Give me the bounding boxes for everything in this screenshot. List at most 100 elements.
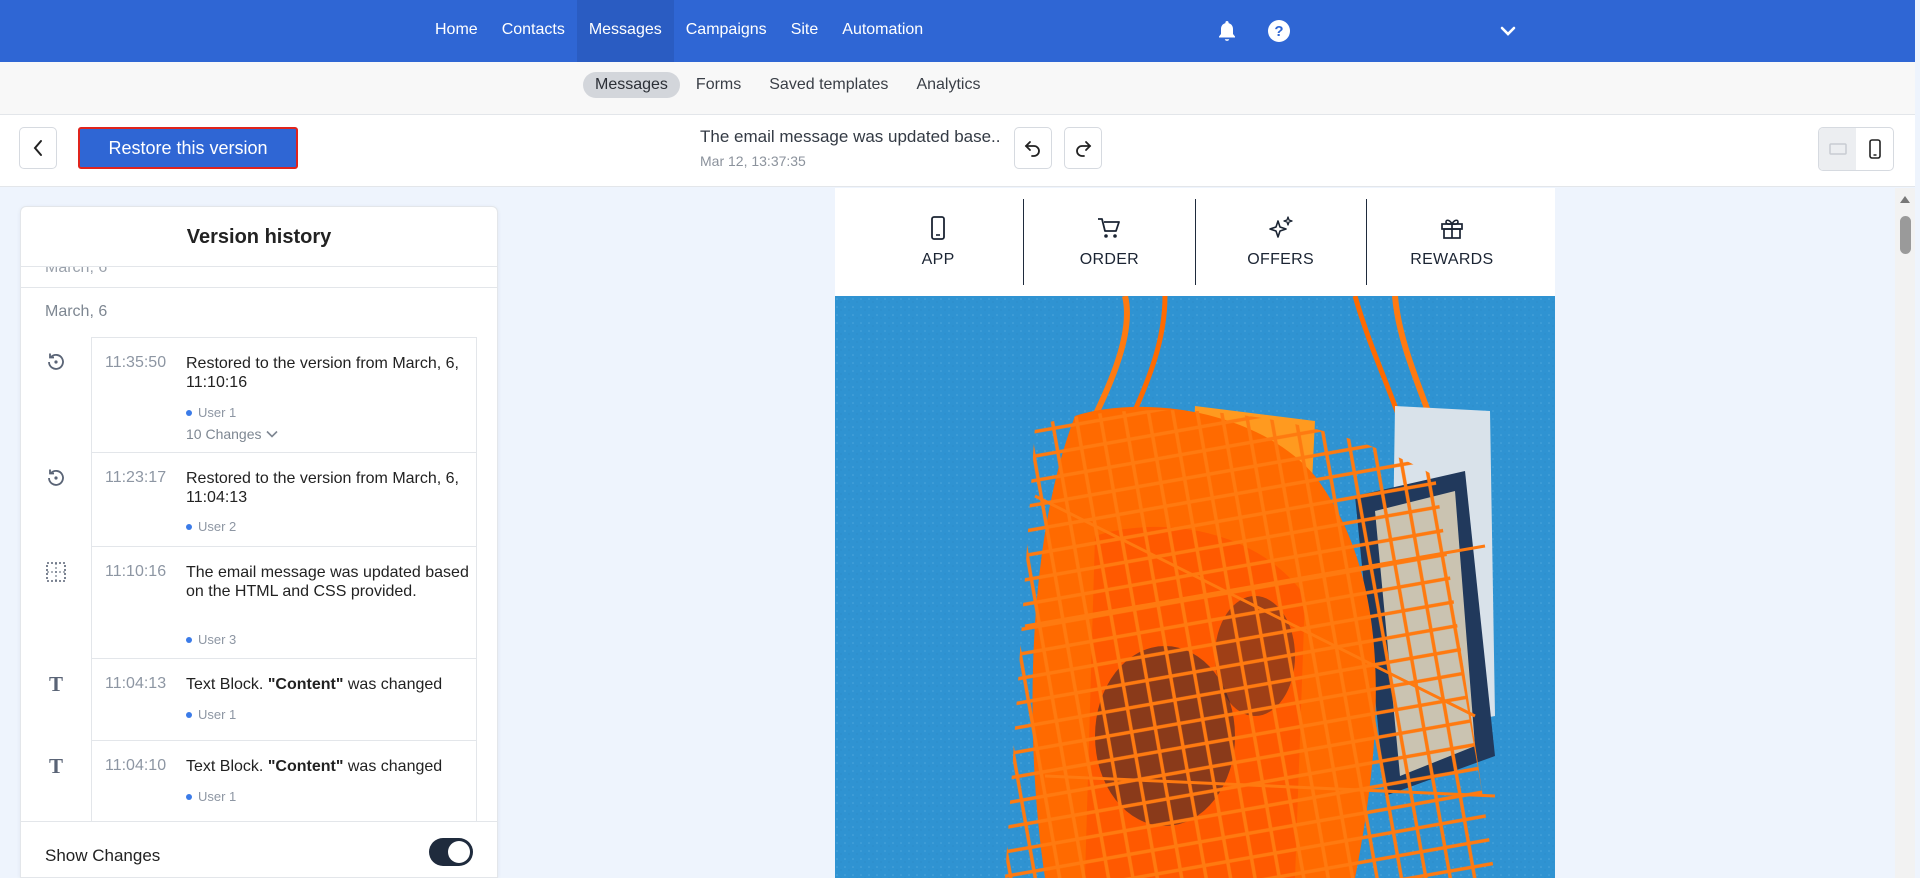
entry-time: 11:10:16: [105, 563, 167, 580]
version-entry[interactable]: 11:23:17 Restored to the version from Ma…: [91, 453, 477, 547]
entry-user: User 3: [186, 632, 236, 647]
entry-description: The email message was updated based on t…: [186, 564, 469, 600]
undo-button[interactable]: [1014, 127, 1052, 169]
changes-toggle[interactable]: 10 Changes: [186, 426, 278, 442]
user-dot: [186, 523, 192, 530]
entry-user-name: User 1: [198, 707, 237, 722]
entry-desc-bold: "Content": [267, 758, 344, 775]
entry-time: 11:23:17: [105, 469, 167, 486]
changes-count: 10 Changes: [186, 426, 262, 442]
editor-toolbar: Restore this version The email message w…: [0, 115, 1915, 187]
entry-description: Text Block. "Content" was changed: [186, 757, 471, 776]
version-entry[interactable]: 11:04:13 Text Block. "Content" was chang…: [91, 659, 477, 741]
text-block-icon: T: [45, 755, 67, 777]
cart-icon: [1098, 218, 1121, 238]
email-nav-label: ORDER: [1079, 251, 1140, 268]
svg-text:T: T: [49, 755, 63, 777]
top-navigation-bar: Home Contacts Messages Campaigns Site Au…: [0, 0, 1915, 62]
version-history-panel: Version history March, 6 March, 6 11:35:…: [20, 206, 498, 878]
entry-user-name: User 2: [198, 519, 237, 534]
messages-subnav: Messages Forms Saved templates Analytics: [583, 72, 992, 98]
version-entry[interactable]: 11:35:50 Restored to the version from Ma…: [91, 337, 477, 453]
version-entry[interactable]: 11:10:16 The email message was updated b…: [91, 547, 477, 659]
entry-description: Restored to the version from March, 6, 1…: [186, 355, 459, 391]
version-entry[interactable]: 11:04:10 Text Block. "Content" was chang…: [91, 741, 477, 823]
subnav-messages[interactable]: Messages: [583, 72, 680, 98]
subnav-analytics[interactable]: Analytics: [904, 72, 992, 98]
entry-user: User 2: [186, 519, 236, 534]
text-block-icon: T: [45, 673, 67, 695]
entry-user-name: User 1: [198, 789, 237, 804]
page-scrollbar[interactable]: [1895, 188, 1915, 878]
chevron-left-icon: [33, 140, 42, 156]
nav-campaigns[interactable]: Campaigns: [674, 0, 779, 62]
restore-icon: [45, 467, 67, 489]
entry-description: Restored to the version from March, 6, 1…: [186, 470, 459, 506]
svg-text:T: T: [49, 673, 63, 695]
version-timestamp: Mar 12, 13:37:35: [700, 153, 806, 169]
hero-image: [835, 296, 1555, 878]
user-dot: [186, 793, 192, 800]
redo-button[interactable]: [1064, 127, 1102, 169]
version-history-list[interactable]: March, 6 March, 6 11:35:50 Restored to t…: [21, 267, 497, 827]
nav-contacts[interactable]: Contacts: [490, 0, 577, 62]
nav-home[interactable]: Home: [423, 0, 490, 62]
entry-user-name: User 3: [198, 632, 237, 647]
mesh-bag-illustration: [835, 296, 1555, 878]
restore-version-button[interactable]: Restore this version: [78, 127, 298, 169]
help-icon[interactable]: ?: [1266, 18, 1292, 44]
bell-icon[interactable]: [1214, 18, 1240, 44]
scroll-up-arrow-icon[interactable]: [1899, 194, 1911, 204]
desktop-icon: [1828, 143, 1847, 155]
entry-desc-prefix: Text Block.: [186, 676, 268, 693]
user-dot: [186, 636, 192, 643]
subnav-saved-templates[interactable]: Saved templates: [757, 72, 900, 98]
html-block-icon: [45, 561, 67, 583]
mobile-icon: [1868, 139, 1881, 159]
nav-site[interactable]: Site: [779, 0, 831, 62]
divider: [21, 287, 497, 288]
chevron-down-icon: [265, 430, 278, 438]
svg-text:?: ?: [1274, 23, 1283, 40]
desktop-view-button[interactable]: [1819, 128, 1856, 170]
main-menu: Home Contacts Messages Campaigns Site Au…: [423, 0, 935, 62]
toggle-knob: [448, 841, 470, 863]
email-nav-order[interactable]: ORDER: [1024, 199, 1196, 285]
previous-date-label: March, 6: [45, 267, 108, 276]
restore-icon: [45, 351, 67, 373]
email-nav-label: APP: [921, 251, 955, 268]
user-dot: [186, 711, 192, 718]
entry-time: 11:04:10: [105, 757, 167, 774]
nav-automation[interactable]: Automation: [830, 0, 935, 62]
panel-footer: Show Changes: [21, 821, 497, 877]
email-nav-app[interactable]: APP: [853, 199, 1025, 285]
entry-user: User 1: [186, 707, 236, 722]
entry-desc-prefix: Text Block.: [186, 758, 268, 775]
panel-title: Version history: [21, 207, 497, 267]
entry-user-name: User 1: [198, 405, 237, 420]
sparkle-icon: [1268, 216, 1293, 238]
entry-desc-suffix: was changed: [343, 676, 443, 693]
email-nav-label: REWARDS: [1410, 251, 1494, 268]
gift-icon: [1441, 219, 1463, 239]
subnav-forms[interactable]: Forms: [684, 72, 753, 98]
chevron-down-icon[interactable]: [1495, 18, 1521, 44]
version-title: The email message was updated base...: [700, 127, 1000, 146]
email-nav-rewards[interactable]: REWARDS: [1367, 199, 1537, 285]
user-dot: [186, 409, 192, 416]
email-nav-bar: APP ORDER OFFERS REWARDS: [835, 188, 1555, 296]
scrollbar-thumb[interactable]: [1900, 216, 1911, 254]
entry-time: 11:35:50: [105, 354, 167, 371]
redo-icon: [1076, 141, 1092, 157]
show-changes-label: Show Changes: [45, 846, 161, 865]
nav-messages[interactable]: Messages: [576, 0, 674, 62]
show-changes-toggle[interactable]: [429, 838, 473, 866]
email-preview[interactable]: APP ORDER OFFERS REWARDS: [835, 188, 1555, 878]
date-group-label: March, 6: [45, 303, 108, 320]
entry-desc-suffix: was changed: [343, 758, 443, 775]
mobile-view-button[interactable]: [1856, 128, 1893, 170]
entry-user: User 1: [186, 405, 236, 420]
back-button[interactable]: [19, 127, 57, 169]
email-nav-label: OFFERS: [1247, 251, 1314, 268]
email-nav-offers[interactable]: OFFERS: [1196, 199, 1367, 285]
